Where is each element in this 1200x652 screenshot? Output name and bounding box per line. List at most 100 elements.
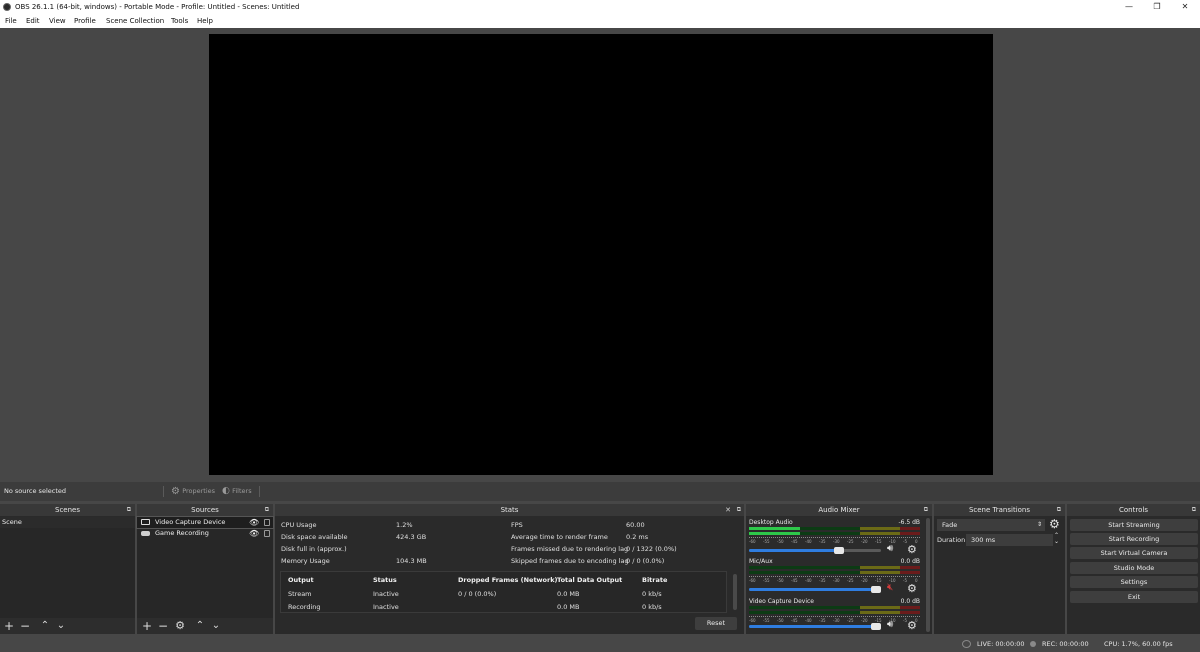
scenes-dock: Scenes ⧉ Scene + − ⌃ ⌄ bbox=[0, 504, 135, 634]
tick-label: -55 bbox=[763, 578, 770, 583]
tick-label: -25 bbox=[847, 539, 854, 544]
tick-label: -60 bbox=[749, 578, 756, 583]
move-source-up-button[interactable]: ⌃ bbox=[193, 618, 207, 634]
scenes-dock-title: Scenes ⧉ bbox=[0, 504, 135, 516]
dock-float-icon[interactable]: ⧉ bbox=[924, 504, 928, 516]
dock-float-icon[interactable]: ⧉ bbox=[737, 504, 741, 516]
total-data-header: Total Data Output bbox=[557, 576, 623, 584]
stat-value: 60.00 bbox=[626, 521, 645, 529]
tick-label: -35 bbox=[819, 578, 826, 583]
tick-label: -45 bbox=[791, 539, 798, 544]
dropped-frames-header: Dropped Frames (Network) bbox=[458, 576, 558, 584]
scenes-list[interactable]: Scene bbox=[0, 517, 135, 618]
speaker-icon[interactable]: 🔊︎ bbox=[887, 543, 893, 554]
close-icon[interactable]: ✕ bbox=[725, 504, 731, 516]
menu-help[interactable]: Help bbox=[197, 14, 213, 28]
remove-scene-button[interactable]: − bbox=[18, 618, 32, 634]
scene-item[interactable]: Scene bbox=[0, 517, 135, 528]
menu-scene-collection[interactable]: Scene Collection bbox=[106, 14, 164, 28]
scrollbar[interactable] bbox=[926, 518, 930, 632]
sources-list[interactable]: Video Capture Device 👁 Game Recording 👁 bbox=[136, 516, 274, 618]
scenes-toolbar: + − ⌃ ⌄ bbox=[0, 618, 135, 634]
start-recording-button[interactable]: Start Recording bbox=[1070, 533, 1198, 545]
volume-slider-fill bbox=[749, 549, 845, 552]
filters-icon: ◐ bbox=[222, 486, 230, 496]
updown-arrows-icon: ⇕ bbox=[1036, 521, 1042, 528]
stat-value: 0 / 0 (0.0%) bbox=[626, 557, 665, 565]
transition-select[interactable]: Fade ⇕ bbox=[937, 519, 1045, 531]
bitrate-cell: 0 kb/s bbox=[642, 590, 662, 598]
volume-slider-knob[interactable] bbox=[834, 547, 845, 554]
move-scene-up-button[interactable]: ⌃ bbox=[38, 618, 52, 634]
dropped-frames-cell: 0 / 0 (0.0%) bbox=[458, 590, 497, 598]
move-source-down-button[interactable]: ⌄ bbox=[209, 618, 223, 634]
menu-profile[interactable]: Profile bbox=[74, 14, 96, 28]
exit-button[interactable]: Exit bbox=[1070, 591, 1198, 603]
menu-file[interactable]: File bbox=[5, 14, 17, 28]
channel-gear-icon[interactable]: ⚙ bbox=[907, 619, 917, 632]
lock-icon[interactable] bbox=[264, 519, 270, 526]
source-item[interactable]: Video Capture Device 👁 bbox=[136, 516, 274, 529]
source-properties-gear-icon[interactable]: ⚙ bbox=[173, 618, 187, 634]
volume-slider-knob[interactable] bbox=[871, 586, 881, 593]
eye-icon[interactable]: 👁 bbox=[249, 528, 259, 539]
meter-warning-zone bbox=[860, 611, 900, 614]
menu-view[interactable]: View bbox=[49, 14, 66, 28]
settings-button[interactable]: Settings bbox=[1070, 576, 1198, 588]
tick-label: -35 bbox=[819, 618, 826, 623]
stat-value: 104.3 MB bbox=[396, 557, 427, 565]
eye-icon[interactable]: 👁 bbox=[249, 517, 259, 528]
audio-mixer-title: Audio Mixer bbox=[818, 506, 860, 514]
gamepad-icon bbox=[141, 531, 150, 536]
lock-icon[interactable] bbox=[264, 530, 270, 537]
speaker-icon[interactable]: 🔊︎ bbox=[887, 619, 893, 630]
channel-gear-icon[interactable]: ⚙ bbox=[907, 543, 917, 556]
volume-slider[interactable] bbox=[749, 586, 881, 593]
duration-stepper[interactable]: ⌃ ⌄ bbox=[1054, 533, 1059, 545]
properties-button[interactable]: ⚙ Properties bbox=[171, 482, 215, 501]
muted-speaker-icon[interactable]: 🔇︎ bbox=[887, 582, 893, 593]
start-streaming-button[interactable]: Start Streaming bbox=[1070, 519, 1198, 531]
volume-slider[interactable] bbox=[749, 547, 881, 554]
obs-logo-icon bbox=[3, 3, 11, 11]
preview-canvas[interactable] bbox=[209, 34, 993, 475]
add-scene-button[interactable]: + bbox=[2, 618, 16, 634]
live-timer: LIVE: 00:00:00 bbox=[977, 640, 1025, 648]
dock-float-icon[interactable]: ⧉ bbox=[1192, 504, 1196, 516]
audio-mixer-dock: Audio Mixer ⧉ Desktop Audio -6.5 dB -60 … bbox=[746, 504, 932, 634]
close-button[interactable]: ✕ bbox=[1172, 0, 1198, 14]
source-item[interactable]: Game Recording 👁 bbox=[137, 528, 273, 539]
channel-gear-icon[interactable]: ⚙ bbox=[907, 582, 917, 595]
tick-label: -15 bbox=[875, 578, 882, 583]
dock-float-icon[interactable]: ⧉ bbox=[127, 504, 131, 516]
tick-label: -45 bbox=[791, 578, 798, 583]
volume-slider[interactable] bbox=[749, 623, 881, 630]
stats-dock: Stats ✕ ⧉ CPU Usage 1.2% Disk space avai… bbox=[275, 504, 744, 634]
minimize-button[interactable]: — bbox=[1116, 0, 1142, 14]
outputs-table: Output Status Dropped Frames (Network) T… bbox=[280, 571, 737, 613]
dock-float-icon[interactable]: ⧉ bbox=[1057, 504, 1061, 516]
context-divider bbox=[259, 486, 260, 497]
tick-label: -55 bbox=[763, 618, 770, 623]
menu-tools[interactable]: Tools bbox=[171, 14, 188, 28]
filters-button[interactable]: ◐ Filters bbox=[222, 482, 252, 501]
dock-float-icon[interactable]: ⧉ bbox=[265, 504, 269, 516]
remove-source-button[interactable]: − bbox=[156, 618, 170, 634]
reset-button[interactable]: Reset bbox=[695, 617, 737, 630]
menu-edit[interactable]: Edit bbox=[26, 14, 40, 28]
studio-mode-button[interactable]: Studio Mode bbox=[1070, 562, 1198, 574]
move-scene-down-button[interactable]: ⌄ bbox=[54, 618, 68, 634]
duration-input[interactable]: 300 ms bbox=[966, 534, 1053, 546]
scene-transitions-dock: Scene Transitions ⧉ Fade ⇕ ⚙ Duration 30… bbox=[934, 504, 1065, 634]
meter-danger-zone bbox=[900, 571, 920, 574]
maximize-button[interactable]: ❐ bbox=[1144, 0, 1170, 14]
channel-name: Mic/Aux bbox=[749, 558, 773, 565]
stat-label: Average time to render frame bbox=[511, 533, 608, 541]
start-virtual-camera-button[interactable]: Start Virtual Camera bbox=[1070, 547, 1198, 559]
sources-toolbar: + − ⚙ ⌃ ⌄ bbox=[137, 618, 273, 634]
scrollbar[interactable] bbox=[733, 574, 737, 610]
duration-label: Duration bbox=[937, 536, 966, 544]
volume-slider-knob[interactable] bbox=[871, 623, 881, 630]
transition-gear-icon[interactable]: ⚙ bbox=[1049, 517, 1060, 531]
add-source-button[interactable]: + bbox=[140, 618, 154, 634]
